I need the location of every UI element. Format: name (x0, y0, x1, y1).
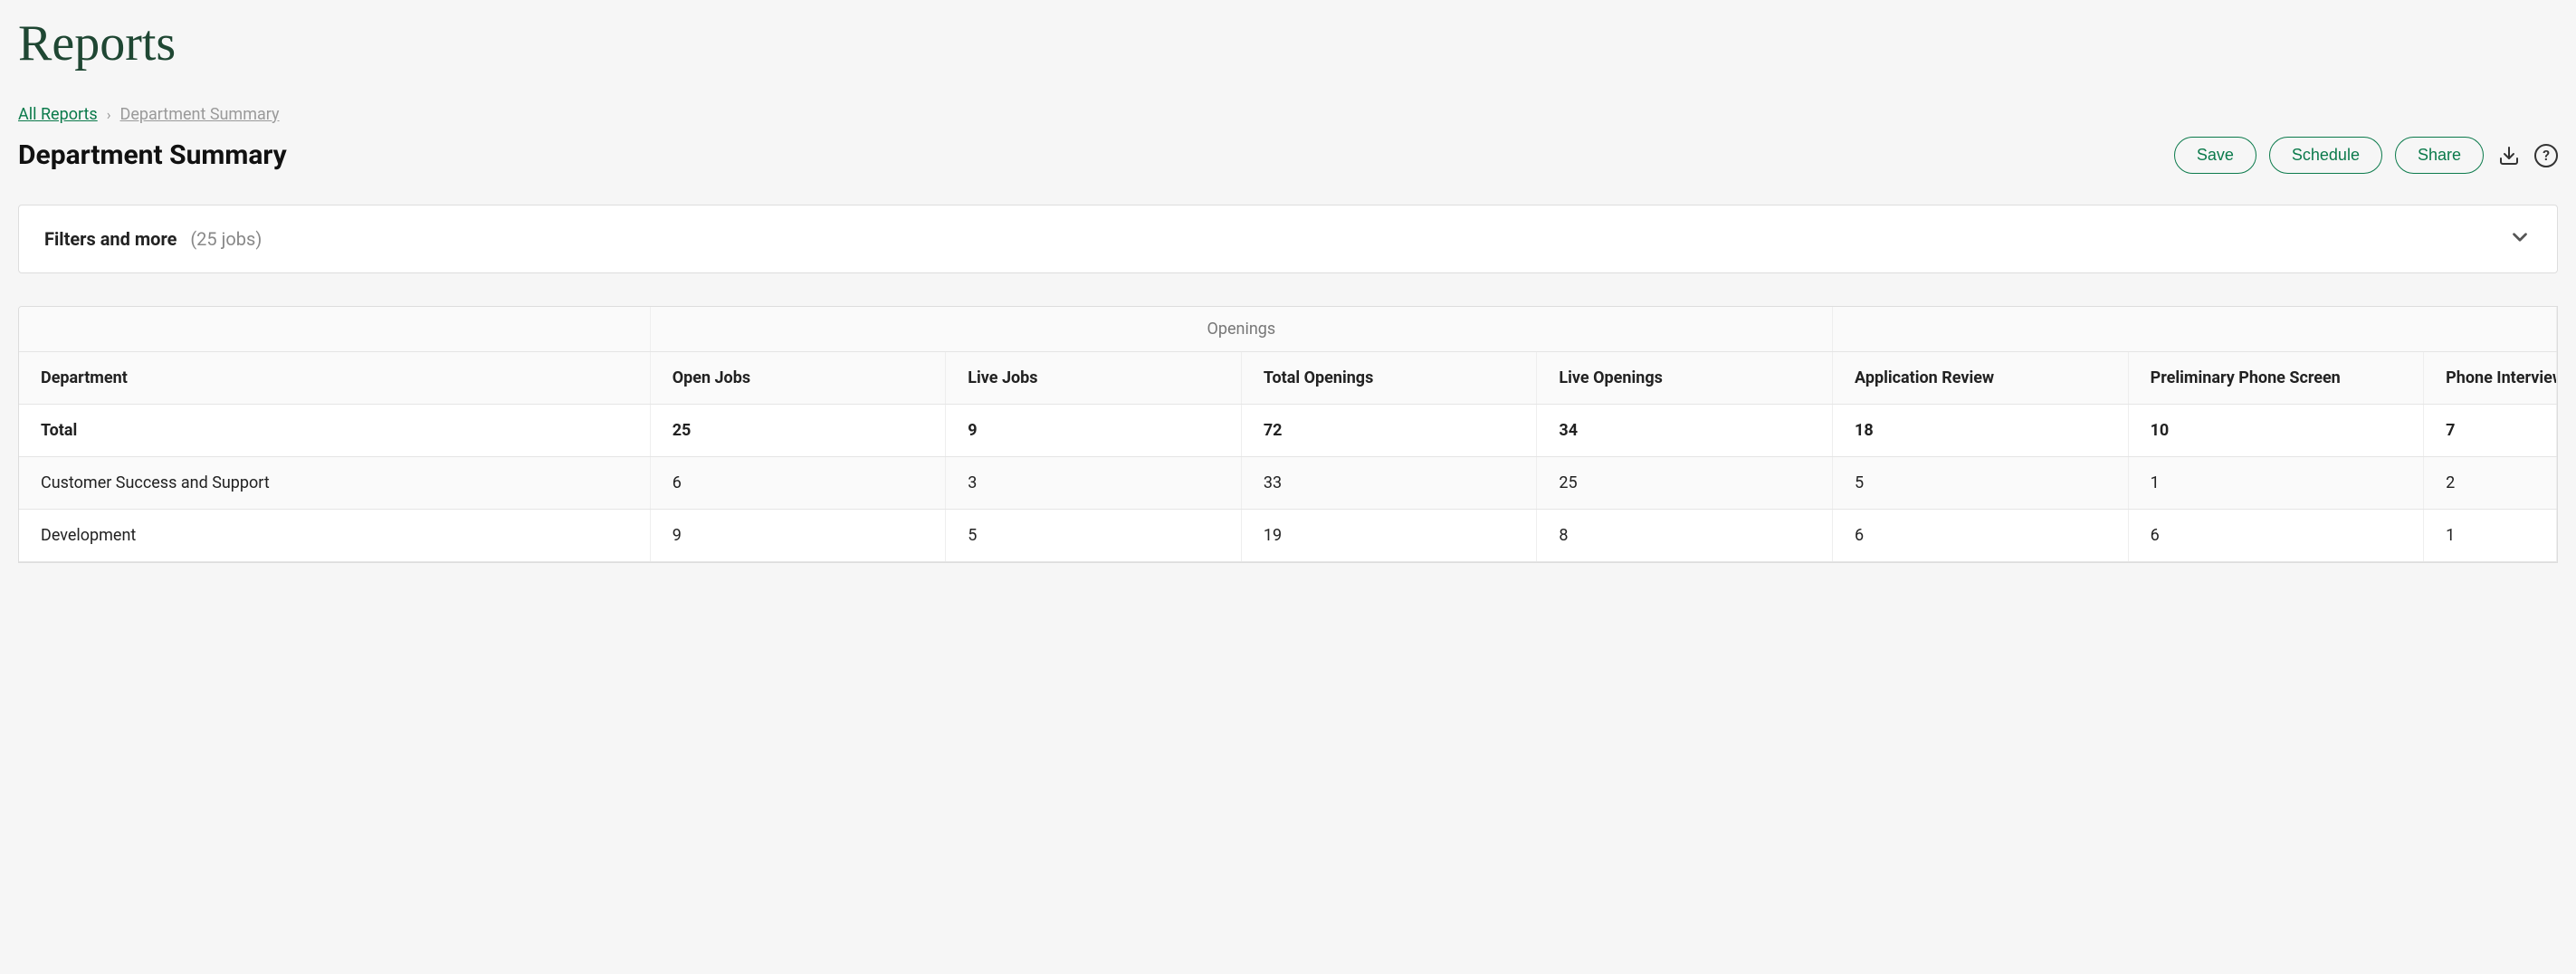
filters-summary: Filters and more (25 jobs) (44, 228, 262, 250)
cell-total-openings: 19 (1241, 510, 1537, 562)
filters-label: Filters and more (44, 228, 177, 250)
download-icon (2498, 145, 2520, 167)
col-application-review[interactable]: Application Review (1833, 352, 2129, 405)
table-row[interactable]: Customer Success and Support 6 3 33 25 5… (19, 457, 2557, 510)
report-table: Openings Department Open Jobs Live Jobs … (19, 307, 2557, 562)
col-total-openings[interactable]: Total Openings (1241, 352, 1537, 405)
cell-preliminary-phone: 6 (2128, 510, 2424, 562)
cell-preliminary-phone: 1 (2128, 457, 2424, 510)
schedule-button[interactable]: Schedule (2269, 137, 2382, 174)
cell-live-jobs: 5 (946, 510, 1242, 562)
cell-live-jobs: 9 (946, 405, 1242, 457)
col-phone-interview[interactable]: Phone Interview (2424, 352, 2557, 405)
col-department[interactable]: Department (19, 352, 650, 405)
help-icon: ? (2543, 147, 2550, 164)
group-header-stages (1833, 307, 2557, 352)
filters-accordion[interactable]: Filters and more (25 jobs) (18, 205, 2558, 273)
page-title: Reports (18, 14, 2558, 72)
table-row-total: Total 25 9 72 34 18 10 7 (19, 405, 2557, 457)
download-button[interactable] (2496, 143, 2522, 168)
help-button[interactable]: ? (2534, 144, 2558, 167)
cell-department: Customer Success and Support (19, 457, 650, 510)
breadcrumb: All Reports › Department Summary (18, 105, 2558, 124)
cell-open-jobs: 6 (650, 457, 946, 510)
col-live-jobs[interactable]: Live Jobs (946, 352, 1242, 405)
cell-application-review: 5 (1833, 457, 2129, 510)
col-live-openings[interactable]: Live Openings (1537, 352, 1833, 405)
breadcrumb-root-link[interactable]: All Reports (18, 105, 98, 124)
cell-live-openings: 8 (1537, 510, 1833, 562)
col-preliminary-phone[interactable]: Preliminary Phone Screen (2128, 352, 2424, 405)
cell-application-review: 6 (1833, 510, 2129, 562)
chevron-right-icon: › (107, 106, 111, 123)
cell-open-jobs: 9 (650, 510, 946, 562)
col-open-jobs[interactable]: Open Jobs (650, 352, 946, 405)
cell-phone-interview: 7 (2424, 405, 2557, 457)
save-button[interactable]: Save (2174, 137, 2256, 174)
group-header-empty (19, 307, 650, 352)
cell-department: Development (19, 510, 650, 562)
cell-live-openings: 34 (1537, 405, 1833, 457)
share-button[interactable]: Share (2395, 137, 2484, 174)
cell-total-openings: 72 (1241, 405, 1537, 457)
report-table-container: Openings Department Open Jobs Live Jobs … (18, 306, 2558, 563)
table-row[interactable]: Development 9 5 19 8 6 6 1 (19, 510, 2557, 562)
cell-live-openings: 25 (1537, 457, 1833, 510)
action-bar: Save Schedule Share ? (2174, 137, 2558, 174)
filters-count: (25 jobs) (190, 228, 262, 250)
cell-live-jobs: 3 (946, 457, 1242, 510)
cell-open-jobs: 25 (650, 405, 946, 457)
chevron-down-icon (2508, 225, 2532, 253)
cell-phone-interview: 2 (2424, 457, 2557, 510)
cell-phone-interview: 1 (2424, 510, 2557, 562)
group-header-openings: Openings (650, 307, 1832, 352)
breadcrumb-current: Department Summary (120, 105, 280, 124)
cell-total-openings: 33 (1241, 457, 1537, 510)
cell-department: Total (19, 405, 650, 457)
report-title: Department Summary (18, 139, 287, 171)
cell-application-review: 18 (1833, 405, 2129, 457)
cell-preliminary-phone: 10 (2128, 405, 2424, 457)
